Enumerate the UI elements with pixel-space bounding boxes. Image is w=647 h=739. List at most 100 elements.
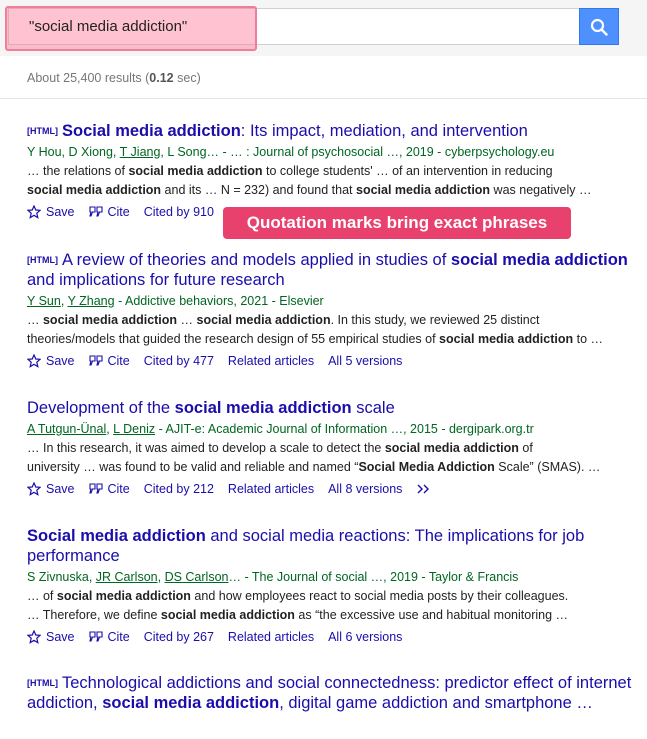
result-actions: Save Cite Cited by 477 Related articles All … [27,352,632,370]
cite-link[interactable]: Cite [88,205,130,219]
cite-link[interactable]: Cite [88,630,130,644]
highlighted-text: social media addiction [56,589,191,603]
all-8-versions-link[interactable]: All 8 versions [328,482,402,496]
text-segment: and how employees react to social media … [190,589,569,603]
related-articles-link[interactable]: Related articles [228,482,314,496]
snippet-line: … social media addiction … social media … [27,311,632,330]
author-link[interactable]: Y Sun [27,294,61,308]
action-label: All 8 versions [328,482,403,496]
snippet-line: social media addiction and its … N = 232… [27,181,632,200]
highlighted-text: Social media addiction [27,527,206,545]
text-segment: university … was found to be valid and r… [27,460,359,474]
cited-by-267-link[interactable]: Cited by 267 [144,630,214,644]
text-segment: theories/models that guided the research… [27,332,440,346]
text-segment: … Therefore, we define [27,608,161,622]
action-label: Cited by 910 [143,205,214,219]
snippet-line: … In this research, it was aimed to deve… [27,439,632,458]
result-title-link[interactable]: Social media addiction and social media … [27,526,632,566]
text-segment: and its … N = 232) and found that [161,183,356,197]
divider [0,98,647,99]
author-text: - AJIT-e: Academic Journal of Informatio… [155,422,534,436]
star-icon [27,482,46,496]
related-articles-link[interactable]: Related articles [228,354,314,368]
cited-by-910-link[interactable]: Cited by 910 [144,205,214,219]
highlighted-text: social media addiction [384,441,519,455]
author-link[interactable]: JR Carlson [96,570,158,584]
all-5-versions-link[interactable]: All 5 versions [328,354,402,368]
text-segment: scale [351,399,395,417]
highlighted-text: social media addiction [439,332,574,346]
text-segment: … the relations of [27,164,129,178]
action-label: All 6 versions [328,630,403,644]
snippet-line: … the relations of social media addictio… [27,162,632,181]
search-button[interactable] [579,8,619,45]
save-link[interactable]: Save [27,630,75,644]
search-result: [HTML] Social media addiction: Its impact… [27,121,632,221]
search-bar: "social media addiction" [0,0,647,56]
highlighted-text: Social media addiction [62,122,241,140]
author-text: S Zivnuska, [27,570,96,584]
author-link[interactable]: Y Zhang [68,294,115,308]
cited-by-212-link[interactable]: Cited by 212 [144,482,214,496]
highlighted-text: social media addiction [196,313,331,327]
highlighted-text: Social Media Addiction [358,460,495,474]
text-segment: … In this research, it was aimed to deve… [27,441,385,455]
save-link[interactable]: Save [27,482,75,496]
related-articles-link[interactable]: Related articles [228,630,314,644]
search-result: Development of the social media addictio… [27,398,632,498]
result-snippet: … of social media addiction and how empl… [27,587,632,625]
search-query-text[interactable]: "social media addiction" [29,18,187,35]
text-segment: , digital game addiction and smartphone … [279,694,593,712]
author-text: … - The Journal of social …, 2019 - Tayl… [228,570,519,584]
highlighted-text: social media addiction [128,164,263,178]
action-label: Cite [107,630,130,644]
star-icon [27,354,46,368]
result-title-link[interactable]: Development of the social media addictio… [27,398,632,418]
highlighted-text: social media addiction [42,313,178,327]
result-authors: S Zivnuska, JR Carlson, DS Carlson… - Th… [27,569,632,585]
result-title-link[interactable]: [HTML] Technological addictions and socia… [27,673,632,713]
snippet-line: … of social media addiction and how empl… [27,587,632,606]
save-link[interactable]: Save [27,205,75,219]
text-segment: to … [573,332,603,346]
action-label: Cited by 267 [143,630,214,644]
quote-icon [88,631,108,643]
text-segment: as “the excessive use and habitual monit… [294,608,569,622]
highlighted-text: social media addiction [174,399,352,417]
snippet-line: … Therefore, we define social media addi… [27,606,632,625]
author-link[interactable]: T Jiang [120,145,161,159]
action-label: Cite [107,482,130,496]
search-result: Social media addiction and social media … [27,526,632,646]
html-tag: [HTML] [27,678,58,688]
action-label: Save [46,354,75,368]
quote-icon [88,483,108,495]
action-label: Cite [107,354,130,368]
result-authors: Y Sun, Y Zhang - Addictive behaviors, 20… [27,293,632,309]
cite-link[interactable]: Cite [88,482,130,496]
author-link[interactable]: L Deniz [113,422,155,436]
result-actions: Save Cite Cited by 212 Related articles All … [27,480,632,498]
action-label: Cited by 212 [143,482,214,496]
snippet-line: university … was found to be valid and r… [27,458,632,477]
highlighted-text: social media addiction [102,694,280,712]
result-title-link[interactable]: [HTML] A review of theories and models ap… [27,250,632,290]
action-label: Cited by 477 [143,354,214,368]
highlighted-text: social media addiction [450,251,628,269]
search-result: [HTML] A review of theories and models ap… [27,250,632,370]
text-segment: … [27,313,43,327]
highlighted-text: social media addiction [160,608,295,622]
highlighted-text: social media addiction [356,183,491,197]
all-6-versions-link[interactable]: All 6 versions [328,630,402,644]
cited-by-477-link[interactable]: Cited by 477 [144,354,214,368]
more-chevron-icon[interactable] [416,483,437,495]
snippet-line: theories/models that guided the research… [27,330,632,349]
text-segment: was negatively … [490,183,592,197]
action-label: Save [46,630,75,644]
text-segment: and implications for future research [27,271,285,289]
author-link[interactable]: DS Carlson [165,570,229,584]
save-link[interactable]: Save [27,354,75,368]
quote-icon [88,355,108,367]
author-link[interactable]: A Tutgun-Ünal [27,422,106,436]
result-title-link[interactable]: [HTML] Social media addiction: Its impact… [27,121,632,141]
cite-link[interactable]: Cite [88,354,130,368]
